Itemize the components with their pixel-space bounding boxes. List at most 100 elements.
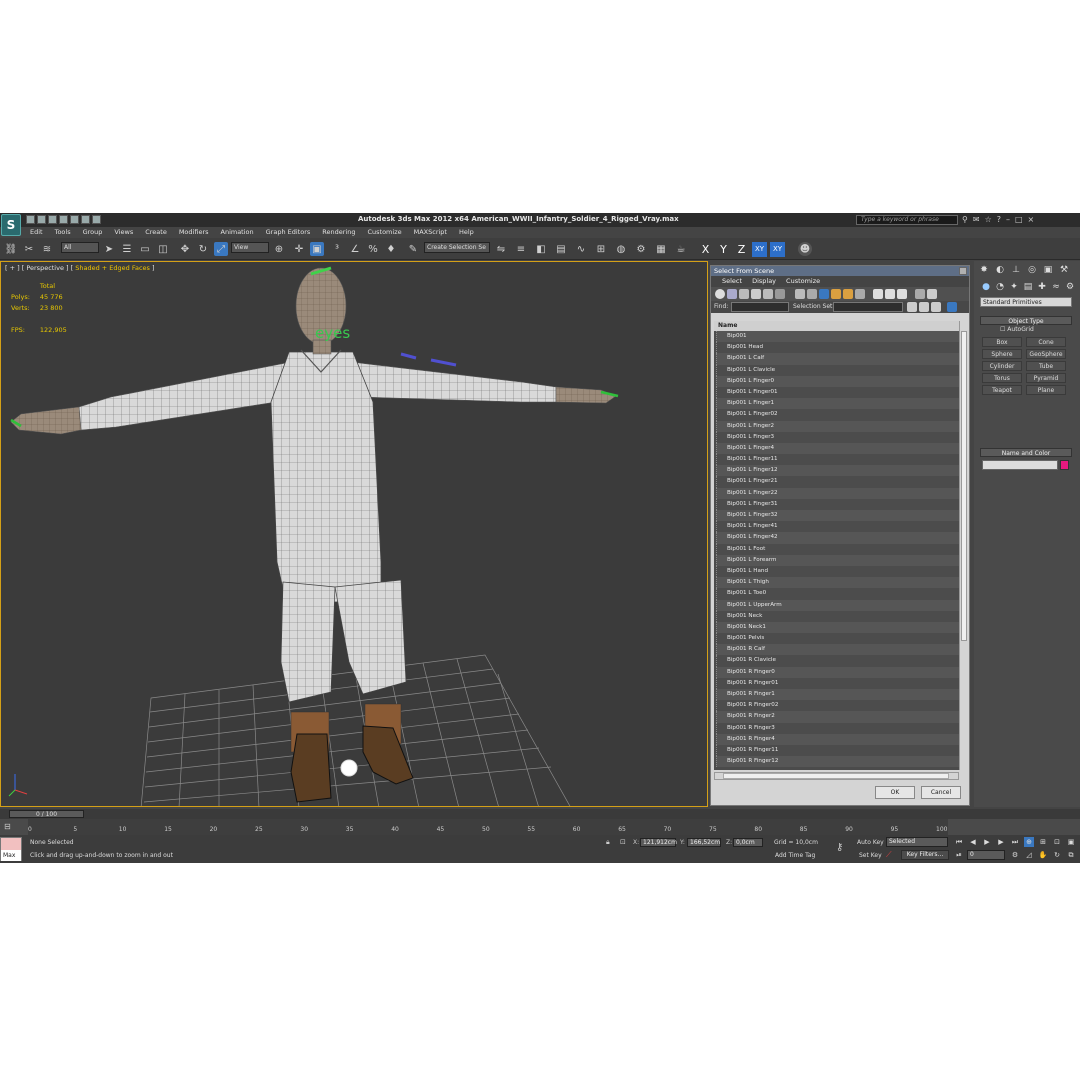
list-item[interactable]: Bip001 L Finger32 [716,510,959,522]
subscription-icon[interactable]: ✉ [973,215,980,224]
menu-animation[interactable]: Animation [215,227,260,238]
torus-button[interactable]: Torus [982,373,1022,383]
dialog-menu-display[interactable]: Display [747,276,781,287]
list-item[interactable]: Bip001 Head [716,342,959,354]
soldier-model[interactable] [10,266,619,803]
spinner-snap-icon[interactable]: ♦ [384,242,398,256]
hscrollbar-thumb[interactable] [723,773,949,779]
list-item[interactable]: Bip001 L Finger12 [716,465,959,477]
display-all-icon[interactable] [873,289,883,299]
list-item[interactable]: Bip001 R Finger11 [716,744,959,757]
list-item[interactable]: Bip001 L Finger4 [716,442,959,455]
sphere-button[interactable]: Sphere [982,349,1022,359]
lights-category-icon[interactable]: ✦ [1008,281,1020,293]
list-item[interactable]: Bip001 R Finger2 [716,711,959,723]
list-item[interactable]: Bip001 [716,331,959,343]
list-item[interactable]: Bip001 R Finger12 [716,756,959,768]
list-item[interactable]: Bip001 Neck1 [716,621,959,634]
display-none-icon[interactable] [885,289,895,299]
pivot-center-icon[interactable]: ⊕ [272,242,286,256]
previous-frame-icon[interactable]: ◀ [968,837,978,847]
axis-z-button[interactable]: Z [734,242,749,257]
ok-button[interactable]: OK [875,786,915,799]
rect-selection-icon[interactable]: ▭ [138,242,152,256]
unlink-icon[interactable]: ✂ [22,242,36,256]
select-invert-icon[interactable] [931,302,941,312]
graphite-ribbon-icon[interactable]: ▤ [554,242,568,256]
geometry-filter-icon[interactable] [715,289,725,299]
shapes-filter-icon[interactable] [727,289,737,299]
play-icon[interactable]: ▶ [982,837,992,847]
axis-x-button[interactable]: X [698,242,713,257]
edit-named-selection-icon[interactable]: ✎ [406,242,420,256]
move-icon[interactable]: ✥ [178,242,192,256]
time-config-icon[interactable]: ⚙ [1010,850,1020,860]
list-item[interactable]: Bip001 R Finger0 [716,666,959,678]
select-manipulate-icon[interactable]: ✛ [292,242,306,256]
window-crossing-icon[interactable]: ◫ [156,242,170,256]
list-item[interactable]: Bip001 R Clavicle [716,655,959,667]
hierarchy-tab-icon[interactable]: ⊥ [1010,264,1022,276]
minimize-icon[interactable]: – [1006,215,1010,224]
list-item[interactable]: Bip001 L Finger11 [716,454,959,466]
rotate-icon[interactable]: ↻ [196,242,210,256]
binoculars-icon[interactable]: ⚲ [962,215,968,224]
viewport-shading-mode[interactable]: Shaded + Edged Faces [75,264,150,272]
select-object-icon[interactable]: ➤ [102,242,116,256]
field-of-view-icon[interactable]: ◿ [1024,850,1034,860]
list-item[interactable]: Bip001 L Finger42 [716,532,959,544]
z-coord-input[interactable]: 0,0cm [733,838,763,847]
menu-graph-editors[interactable]: Graph Editors [260,227,317,238]
help-icon[interactable]: ? [997,215,1001,224]
menu-create[interactable]: Create [139,227,173,238]
y-coord-input[interactable]: 166,52cm [687,838,721,847]
spacewarps-filter-icon[interactable] [775,289,785,299]
list-item[interactable]: Bip001 L Finger1 [716,398,959,410]
object-name-input[interactable] [982,460,1058,470]
add-time-tag[interactable]: Add Time Tag [775,852,815,859]
list-item[interactable]: Bip001 L Finger22 [716,487,959,499]
angle-snap-icon[interactable]: ∠ [348,242,362,256]
list-item[interactable]: Bip001 L Thigh [716,577,959,589]
list-vertical-scrollbar[interactable] [959,321,968,770]
select-by-name-icon[interactable]: ☰ [120,242,134,256]
find-input[interactable] [731,302,789,312]
menu-rendering[interactable]: Rendering [316,227,361,238]
teapot-button[interactable]: Teapot [982,385,1022,395]
cancel-button[interactable]: Cancel [921,786,961,799]
geometry-category-icon[interactable]: ● [980,281,992,293]
render-setup-icon[interactable]: ⚙ [634,242,648,256]
shapes-category-icon[interactable]: ◔ [994,281,1006,293]
menu-help[interactable]: Help [453,227,480,238]
menu-views[interactable]: Views [108,227,139,238]
name-column-header[interactable]: Name [714,321,959,331]
list-item[interactable]: Bip001 R Finger3 [716,722,959,734]
reference-coordinate-dropdown[interactable]: View [231,242,269,253]
viewport-label-prefix[interactable]: [ + ] [ Perspective ] [ [5,264,75,272]
maximize-viewport-icon[interactable]: ⧉ [1066,850,1076,860]
bind-spacewarp-icon[interactable]: ≋ [40,242,54,256]
zoom-all-icon[interactable]: ⊞ [1038,837,1048,847]
list-item[interactable]: Bip001 Pelvis [716,633,959,645]
scene-object-list[interactable]: Name Bip001 Bip001 Head Bip001 L Calf Bip00… [714,321,959,770]
scrollbar-thumb[interactable] [961,331,967,641]
axis-y-button[interactable]: Y [716,242,731,257]
perspective-viewport[interactable]: eyes [ + ] [ Perspective ] [ Shaded + Ed… [0,261,708,807]
link-icon[interactable]: ⛓ [4,242,18,256]
list-item[interactable]: Bip001 L Finger3 [716,431,959,443]
list-item[interactable]: Bip001 L Finger31 [716,498,959,510]
hold-icon[interactable] [81,215,90,224]
time-slider[interactable]: 0 / 100 [0,809,1080,819]
render-production-icon[interactable]: ☕ [674,242,688,256]
cameras-filter-icon[interactable] [751,289,761,299]
track-area[interactable]: 0 5 10 15 20 25 30 35 40 45 50 55 60 65 70 75 80 85 90 95 10… [28,819,948,835]
lock-icon[interactable]: 🔒︎ [606,838,610,847]
key-filters-button[interactable]: Key Filters... [901,850,949,860]
pan-view-icon[interactable]: ✋ [1038,850,1048,860]
list-item[interactable]: Bip001 R Finger01 [716,677,959,689]
selection-set-dropdown[interactable] [833,302,903,312]
list-horizontal-scrollbar[interactable] [714,772,959,780]
display-invert-icon[interactable] [897,289,907,299]
list-item[interactable]: Bip001 L Hand [716,565,959,578]
utilities-tab-icon[interactable]: ⚒ [1058,264,1070,276]
